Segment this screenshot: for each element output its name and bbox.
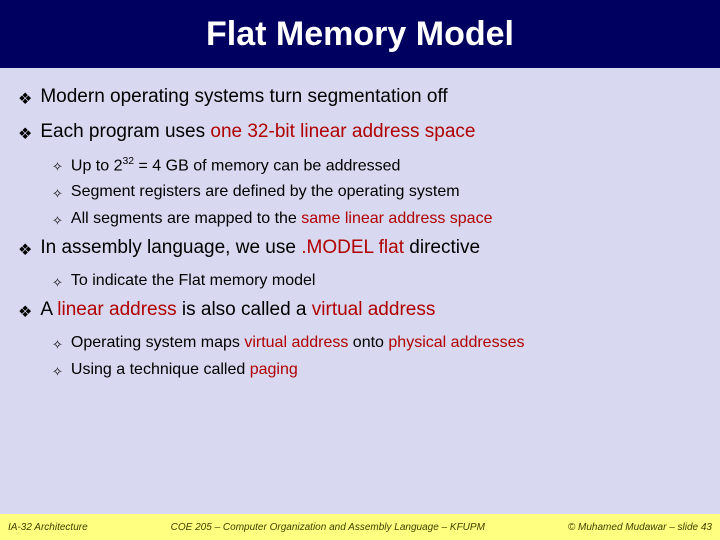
slide-content: ❖ Modern operating systems turn segmenta… [0, 68, 720, 380]
diamond-outline-icon: ✧ [52, 186, 63, 202]
diamond-outline-icon: ✧ [52, 213, 63, 229]
diamond-outline-icon: ✧ [52, 159, 63, 175]
bullet-level2: ✧ Using a technique called paging [52, 361, 702, 380]
diamond-bullet-icon: ❖ [18, 302, 32, 322]
highlight-text: physical addresses [388, 334, 524, 351]
bullet-text: Using a technique called paging [71, 361, 298, 379]
bullet-text: All segments are mapped to the same line… [71, 210, 493, 228]
slide-footer: IA-32 Architecture COE 205 – Computer Or… [0, 514, 720, 540]
bullet-text: Operating system maps virtual address on… [71, 334, 525, 352]
diamond-outline-icon: ✧ [52, 337, 63, 353]
diamond-bullet-icon: ❖ [18, 89, 32, 109]
bullet-level2: ✧ Up to 232 = 4 GB of memory can be addr… [52, 156, 702, 175]
title-bar: Flat Memory Model [0, 0, 720, 68]
bullet-level1: ❖ Modern operating systems turn segmenta… [18, 86, 702, 109]
diamond-outline-icon: ✧ [52, 275, 63, 291]
footer-right: © Muhamed Mudawar – slide 43 [568, 522, 712, 533]
highlight-text: same linear address space [301, 210, 492, 227]
diamond-bullet-icon: ❖ [18, 240, 32, 260]
bullet-level2: ✧ All segments are mapped to the same li… [52, 210, 702, 229]
bullet-level1: ❖ Each program uses one 32-bit linear ad… [18, 121, 702, 144]
bullet-text: Modern operating systems turn segmentati… [40, 86, 447, 108]
slide-title: Flat Memory Model [206, 15, 514, 54]
footer-center: COE 205 – Computer Organization and Asse… [88, 522, 568, 533]
bullet-level2: ✧ Operating system maps virtual address … [52, 334, 702, 353]
highlight-text: .MODEL flat [301, 237, 404, 258]
diamond-bullet-icon: ❖ [18, 124, 32, 144]
bullet-text: Up to 232 = 4 GB of memory can be addres… [71, 156, 401, 175]
bullet-text: In assembly language, we use .MODEL flat… [40, 237, 480, 259]
bullet-level1: ❖ In assembly language, we use .MODEL fl… [18, 237, 702, 260]
bullet-text: Segment registers are defined by the ope… [71, 183, 460, 201]
bullet-level1: ❖ A linear address is also called a virt… [18, 299, 702, 322]
bullet-text: A linear address is also called a virtua… [40, 299, 435, 321]
bullet-level2: ✧ Segment registers are defined by the o… [52, 183, 702, 202]
diamond-outline-icon: ✧ [52, 364, 63, 380]
highlight-text: linear address [57, 299, 176, 320]
highlight-text: virtual address [312, 299, 436, 320]
bullet-level2: ✧ To indicate the Flat memory model [52, 272, 702, 291]
highlight-text: virtual address [244, 334, 348, 351]
footer-left: IA-32 Architecture [8, 522, 88, 533]
bullet-text: To indicate the Flat memory model [71, 272, 316, 290]
bullet-text: Each program uses one 32-bit linear addr… [40, 121, 475, 143]
highlight-text: paging [250, 361, 298, 378]
highlight-text: one 32-bit linear address space [210, 121, 475, 142]
